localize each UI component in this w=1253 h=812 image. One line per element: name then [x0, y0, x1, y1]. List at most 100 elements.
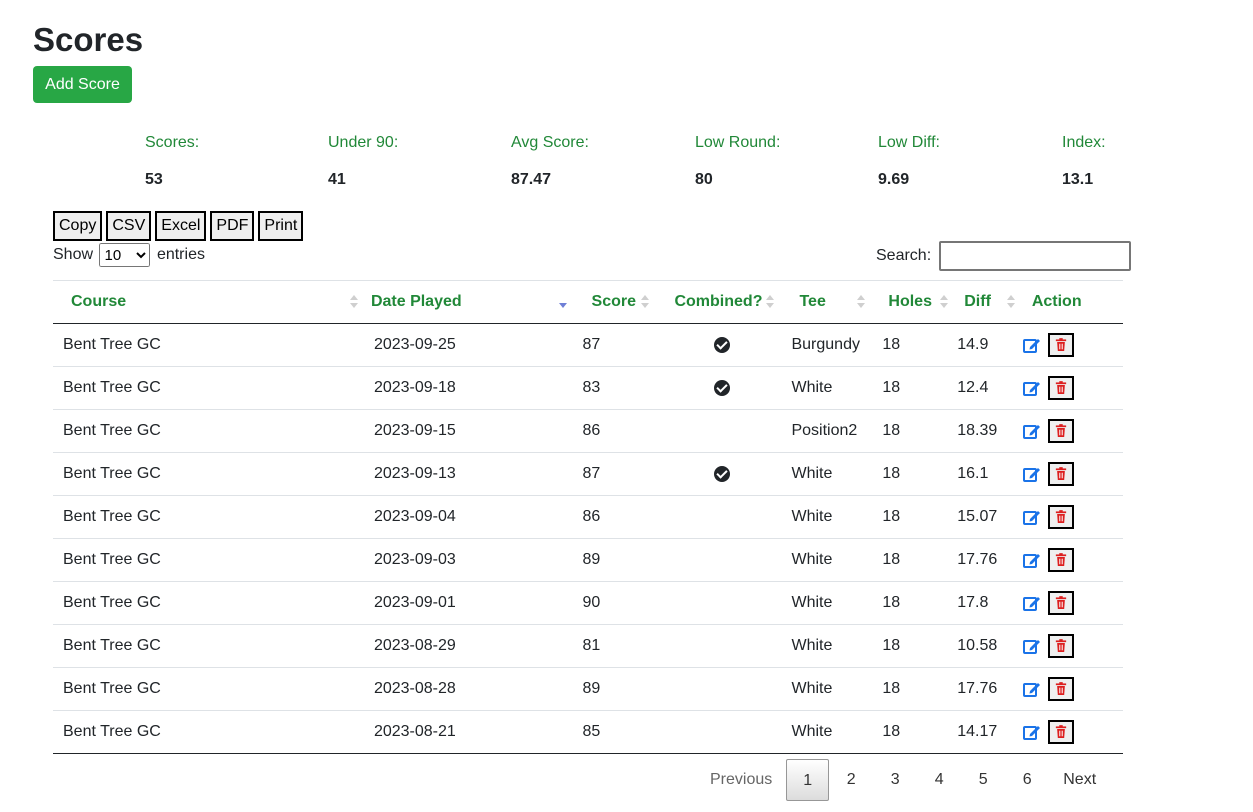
delete-button[interactable] [1047, 591, 1074, 615]
column-header-diff[interactable]: Diff [954, 280, 1021, 324]
sort-icon [349, 295, 358, 309]
date-cell: 2023-08-29 [363, 624, 573, 668]
tee-cell: White [780, 495, 872, 539]
delete-button[interactable] [1047, 333, 1074, 357]
action-cell [1020, 452, 1123, 496]
action-cell [1020, 581, 1123, 625]
combined-cell [655, 409, 781, 453]
stat-under-90: Under 90: 41 [328, 130, 398, 190]
print-button[interactable]: Print [258, 211, 304, 241]
course-cell: Bent Tree GC [53, 323, 364, 367]
column-header-combined[interactable]: Combined? [655, 280, 781, 324]
edit-icon[interactable] [1022, 550, 1042, 570]
action-cell [1020, 538, 1123, 582]
course-cell: Bent Tree GC [53, 495, 364, 539]
edit-icon[interactable] [1022, 722, 1042, 742]
diff-cell: 17.76 [954, 667, 1021, 711]
edit-icon[interactable] [1022, 464, 1042, 484]
edit-icon[interactable] [1022, 378, 1042, 398]
csv-button[interactable]: CSV [106, 211, 152, 241]
header-label: Course [71, 293, 127, 310]
stat-avg-score: Avg Score: 87.47 [511, 130, 589, 190]
course-cell: Bent Tree GC [53, 667, 364, 711]
delete-button[interactable] [1047, 419, 1074, 443]
delete-button[interactable] [1047, 677, 1074, 701]
page-button[interactable]: 6 [1005, 759, 1049, 801]
column-header-course[interactable]: Course [53, 280, 364, 324]
edit-icon[interactable] [1022, 636, 1042, 656]
course-cell: Bent Tree GC [53, 409, 364, 453]
edit-icon[interactable] [1022, 593, 1042, 613]
tee-cell: White [780, 366, 872, 410]
delete-button[interactable] [1047, 505, 1074, 529]
stat-label: Low Round: [695, 134, 781, 151]
edit-icon[interactable] [1022, 679, 1042, 699]
column-header-date-played[interactable]: Date Played [363, 280, 573, 324]
next-page-button[interactable]: Next [1049, 759, 1110, 801]
stat-label: Avg Score: [511, 134, 589, 151]
entries-label: entries [156, 246, 205, 264]
table-row: Bent Tree GC 2023-09-15 86 Position2 18 18.39 [53, 409, 1123, 453]
date-cell: 2023-09-01 [363, 581, 573, 625]
header-label: Combined? [674, 293, 763, 310]
column-header-holes[interactable]: Holes [871, 280, 955, 324]
edit-icon[interactable] [1022, 507, 1042, 527]
trash-icon [1055, 682, 1067, 696]
holes-cell: 18 [871, 538, 955, 582]
combined-cell [655, 452, 781, 496]
entries-length: Show 10 entries [53, 243, 205, 267]
page-button[interactable]: 3 [873, 759, 917, 801]
copy-button[interactable]: Copy [53, 211, 103, 241]
trash-icon [1055, 725, 1067, 739]
column-header-tee[interactable]: Tee [780, 280, 872, 324]
trash-icon [1055, 553, 1067, 567]
combined-cell [655, 581, 781, 625]
holes-cell: 18 [871, 409, 955, 453]
combined-cell [655, 667, 781, 711]
action-cell [1020, 710, 1123, 754]
sort-icon [940, 295, 949, 309]
score-cell: 89 [572, 538, 656, 582]
score-cell: 85 [572, 710, 656, 754]
table-row: Bent Tree GC 2023-08-28 89 White 18 17.76 [53, 667, 1123, 711]
pdf-button[interactable]: PDF [210, 211, 255, 241]
edit-icon[interactable] [1022, 421, 1042, 441]
tee-cell: White [780, 538, 872, 582]
header-label: Score [591, 293, 636, 310]
previous-page-button[interactable]: Previous [696, 759, 786, 801]
date-cell: 2023-09-03 [363, 538, 573, 582]
sort-icon [857, 295, 866, 309]
page-title: Scores [33, 21, 144, 58]
combined-cell [655, 323, 781, 367]
header-label: Date Played [370, 293, 462, 310]
delete-button[interactable] [1047, 634, 1074, 658]
stats-summary: Scores: 53 Under 90: 41 Avg Score: 87.47… [145, 130, 1145, 200]
delete-button[interactable] [1047, 548, 1074, 572]
score-cell: 87 [572, 323, 656, 367]
column-header-score[interactable]: Score [572, 280, 656, 324]
tee-cell: White [780, 710, 872, 754]
holes-cell: 18 [871, 495, 955, 539]
entries-select[interactable]: 10 [99, 243, 151, 267]
page-button-current[interactable]: 1 [786, 759, 830, 801]
trash-icon [1055, 424, 1067, 438]
combined-cell [655, 366, 781, 410]
page-button[interactable]: 4 [917, 759, 961, 801]
add-score-button[interactable]: Add Score [33, 66, 132, 103]
course-cell: Bent Tree GC [53, 452, 364, 496]
search-input[interactable] [939, 241, 1132, 271]
date-cell: 2023-09-04 [363, 495, 573, 539]
date-cell: 2023-09-25 [363, 323, 573, 367]
page-button[interactable]: 5 [961, 759, 1005, 801]
delete-button[interactable] [1047, 376, 1074, 400]
edit-icon[interactable] [1022, 335, 1042, 355]
delete-button[interactable] [1047, 462, 1074, 486]
diff-cell: 14.9 [954, 323, 1021, 367]
action-cell [1020, 366, 1123, 410]
score-cell: 83 [572, 366, 656, 410]
excel-button[interactable]: Excel [155, 211, 207, 241]
delete-button[interactable] [1047, 720, 1074, 744]
page-button[interactable]: 2 [829, 759, 873, 801]
action-cell [1020, 495, 1123, 539]
scores-table: Course Date Played Score Combined? Tee H… [53, 280, 1123, 754]
